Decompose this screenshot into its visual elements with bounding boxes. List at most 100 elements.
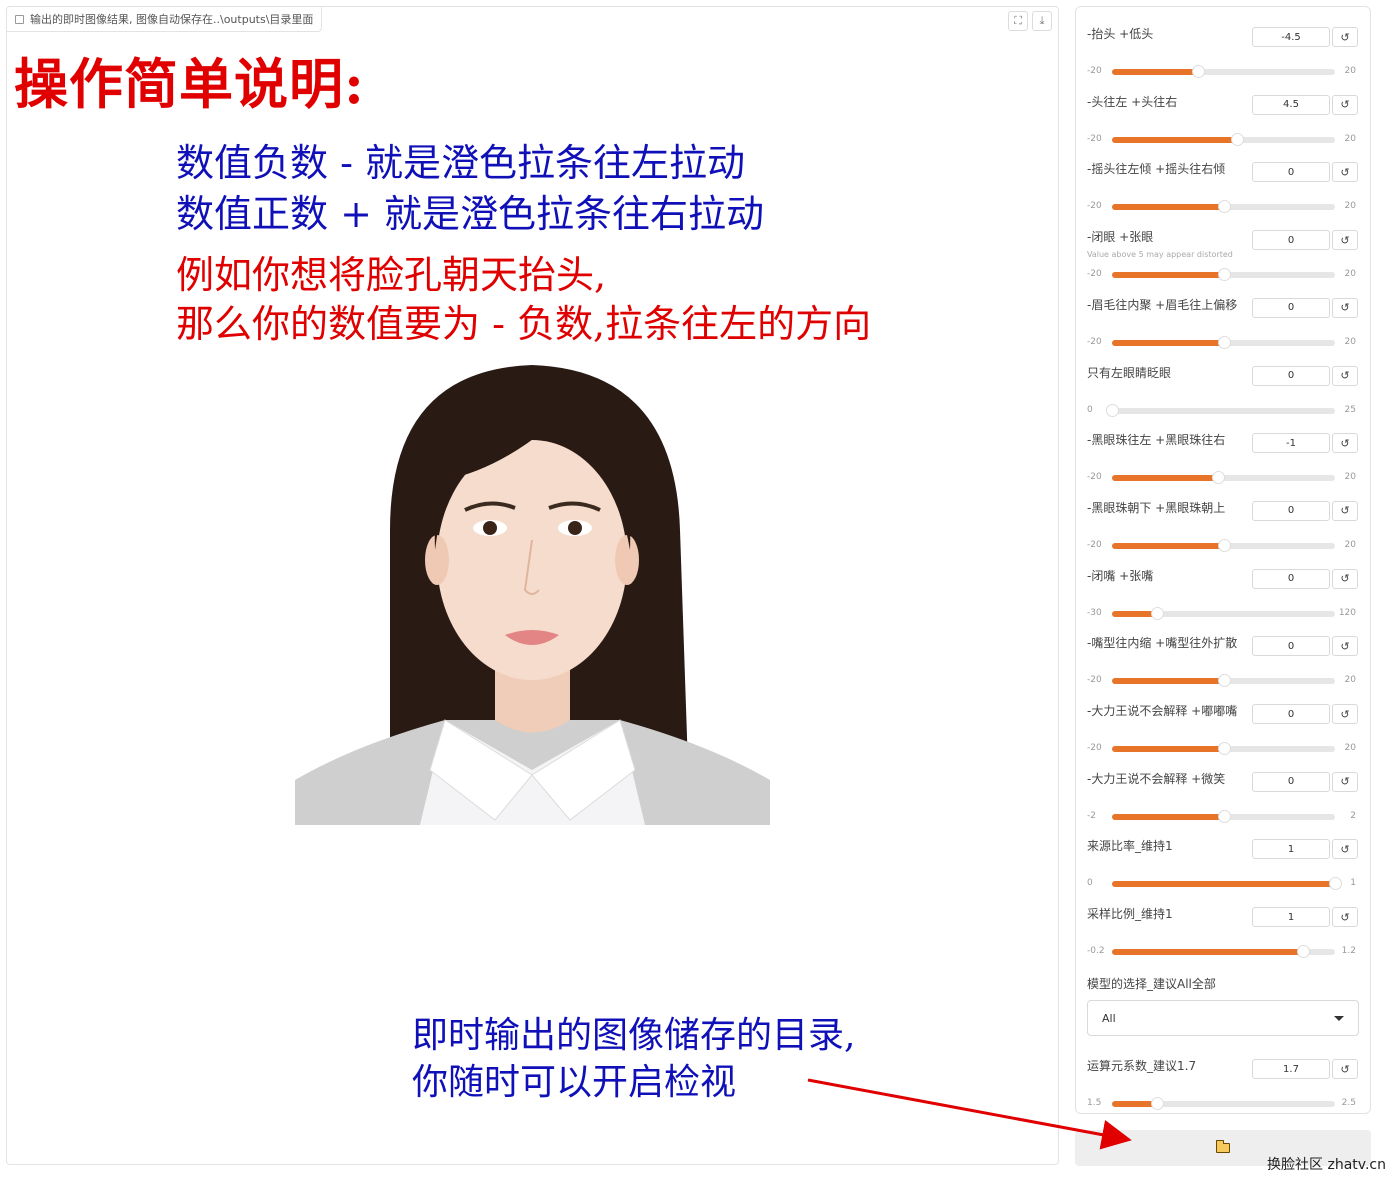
model-select-label: 模型的选择_建议All全部	[1087, 977, 1216, 991]
slider-12[interactable]: 来源比率_维持1 1 ↺ 0 1	[1076, 831, 1370, 899]
slider-number-input[interactable]: -1	[1252, 433, 1330, 454]
slider-number-input[interactable]: 0	[1252, 568, 1330, 589]
slider-number-input[interactable]: 0	[1252, 230, 1330, 251]
slider-1[interactable]: -头往左 +头往右 4.5 ↺ -20 20	[1076, 87, 1370, 155]
reset-icon[interactable]: ↺	[1332, 230, 1358, 251]
slider-thumb[interactable]	[1217, 674, 1231, 688]
slider-track[interactable]	[1112, 1097, 1335, 1110]
slider-label: 运算元系数_建议1.7	[1087, 1059, 1197, 1073]
slider-number-input[interactable]: 0	[1252, 636, 1330, 657]
slider-track[interactable]	[1106, 403, 1335, 417]
reset-icon[interactable]: ↺	[1332, 27, 1358, 47]
slider-2[interactable]: -摇头往左倾 +摇头往右倾 0 ↺ -20 20	[1076, 154, 1370, 222]
reset-icon[interactable]: ↺	[1332, 297, 1358, 318]
slider-thumb[interactable]	[1217, 200, 1231, 214]
slider-number-input[interactable]: 4.5	[1252, 94, 1330, 115]
slider-number-input[interactable]: -4.5	[1252, 27, 1330, 47]
slider-track[interactable]	[1112, 674, 1335, 688]
slider-track[interactable]	[1112, 877, 1342, 891]
slider-thumb[interactable]	[1150, 606, 1164, 620]
slider-track[interactable]	[1112, 471, 1335, 485]
slider-label: 来源比率_维持1	[1087, 839, 1173, 854]
slider-thumb[interactable]	[1217, 335, 1231, 349]
slider-min: 1.5	[1087, 1098, 1102, 1108]
instruction-negative: 数值负数 - 就是澄色拉条往左拉动	[176, 141, 745, 185]
slider-thumb[interactable]	[1217, 268, 1231, 282]
slider-track[interactable]	[1112, 65, 1335, 78]
slider-min: 0	[1087, 404, 1093, 415]
slider-thumb[interactable]	[1297, 945, 1311, 959]
slider-number-input[interactable]: 0	[1252, 297, 1330, 318]
slider-number-input[interactable]: 0	[1252, 365, 1330, 386]
chevron-down-icon	[1334, 1015, 1344, 1021]
slider-thumb[interactable]	[1217, 809, 1231, 823]
slider-thumb[interactable]	[1192, 65, 1206, 78]
reset-icon[interactable]: ↺	[1332, 162, 1358, 183]
slider-max: 20	[1344, 539, 1356, 550]
slider-9[interactable]: -嘴型往内缩 +嘴型往外扩散 0 ↺ -20 20	[1076, 628, 1370, 696]
slider-min: -20	[1087, 133, 1102, 144]
reset-icon[interactable]: ↺	[1332, 500, 1358, 521]
slider-number-input[interactable]: 1	[1252, 907, 1330, 928]
slider-10[interactable]: -大力王说不会解释 +嘟嘟嘴 0 ↺ -20 20	[1076, 696, 1370, 764]
model-select-dropdown[interactable]: All	[1087, 1000, 1359, 1036]
reset-icon[interactable]: ↺	[1332, 704, 1358, 724]
slider-4[interactable]: -眉毛往内聚 +眉毛往上偏移 0 ↺ -20 20	[1076, 290, 1370, 358]
slider-6[interactable]: -黑眼珠往左 +黑眼珠往右 -1 ↺ -20 20	[1076, 425, 1370, 493]
download-icon[interactable]: ⤓	[1032, 11, 1052, 31]
slider-13[interactable]: 采样比例_维持1 1 ↺ -0.2 1.2	[1076, 899, 1370, 967]
slider-5[interactable]: 只有左眼睛眨眼 0 ↺ 0 25	[1076, 358, 1370, 426]
slider-min: -20	[1087, 336, 1102, 347]
slider-thumb[interactable]	[1150, 1097, 1164, 1110]
slider-label: -头往左 +头往右	[1087, 94, 1178, 109]
instructions-title: 操作简单说明:	[14, 52, 365, 116]
reset-icon[interactable]: ↺	[1332, 839, 1358, 860]
slider-3[interactable]: -闭眼 +张眼 Value above 5 may appear distorte…	[1076, 222, 1370, 290]
reset-icon[interactable]: ↺	[1332, 1059, 1358, 1079]
slider-label: -抬头 +低头	[1087, 27, 1154, 41]
reset-icon[interactable]: ↺	[1332, 365, 1358, 386]
reset-icon[interactable]: ↺	[1332, 433, 1358, 454]
reset-icon[interactable]: ↺	[1332, 94, 1358, 115]
slider-11[interactable]: -大力王说不会解释 +微笑 0 ↺ -2 2	[1076, 764, 1370, 832]
slider-track[interactable]	[1112, 945, 1335, 959]
slider-min: -20	[1087, 743, 1102, 753]
slider-last[interactable]: 运算元系数_建议1.7 1.7 ↺ 1.5 2.5	[1076, 1051, 1370, 1119]
slider-thumb[interactable]	[1106, 403, 1119, 417]
fullscreen-icon[interactable]: ⛶	[1008, 11, 1028, 31]
slider-number-input[interactable]: 0	[1252, 162, 1330, 183]
slider-track[interactable]	[1112, 268, 1335, 282]
slider-number-input[interactable]: 0	[1252, 771, 1330, 792]
slider-track[interactable]	[1112, 742, 1335, 755]
slider-thumb[interactable]	[1211, 471, 1225, 485]
slider-label: 采样比例_维持1	[1087, 907, 1173, 922]
slider-thumb[interactable]	[1217, 538, 1231, 552]
slider-number-input[interactable]: 1.7	[1252, 1059, 1330, 1079]
slider-thumb[interactable]	[1217, 742, 1231, 755]
slider-track[interactable]	[1112, 538, 1335, 552]
slider-8[interactable]: -闭嘴 +张嘴 0 ↺ -30 120	[1076, 561, 1370, 629]
slider-label: -眉毛往内聚 +眉毛往上偏移	[1087, 297, 1238, 312]
slider-thumb[interactable]	[1231, 132, 1245, 146]
slider-7[interactable]: -黑眼珠朝下 +黑眼珠朝上 0 ↺ -20 20	[1076, 493, 1370, 561]
slider-0[interactable]: -抬头 +低头 -4.5 ↺ -20 20	[1076, 19, 1370, 87]
reset-icon[interactable]: ↺	[1332, 636, 1358, 657]
slider-max: 20	[1344, 336, 1356, 347]
slider-min: -20	[1087, 675, 1102, 686]
slider-number-input[interactable]: 0	[1252, 704, 1330, 724]
slider-fill	[1112, 678, 1224, 685]
slider-number-input[interactable]: 1	[1252, 839, 1330, 860]
slider-track[interactable]	[1112, 606, 1335, 620]
slider-track[interactable]	[1112, 809, 1335, 823]
slider-fill	[1112, 881, 1335, 888]
slider-track[interactable]	[1112, 335, 1335, 349]
slider-number-input[interactable]: 0	[1252, 500, 1330, 521]
slider-track[interactable]	[1112, 200, 1335, 214]
slider-max: 20	[1344, 133, 1356, 144]
slider-track[interactable]	[1112, 132, 1335, 146]
slider-thumb[interactable]	[1329, 877, 1342, 891]
slider-label: -黑眼珠朝下 +黑眼珠朝上	[1087, 500, 1226, 515]
reset-icon[interactable]: ↺	[1332, 907, 1358, 928]
reset-icon[interactable]: ↺	[1332, 568, 1358, 589]
reset-icon[interactable]: ↺	[1332, 771, 1358, 792]
